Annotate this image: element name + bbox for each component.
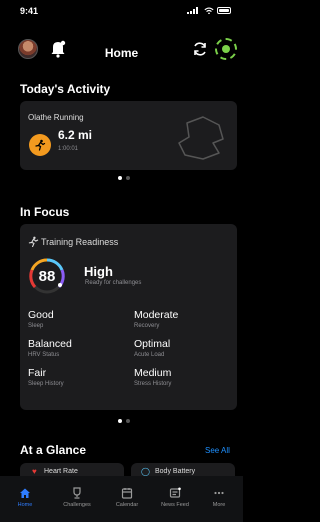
focus-page-indicator <box>118 419 130 423</box>
running-icon <box>29 134 51 156</box>
tab-home[interactable]: Home <box>3 487 47 508</box>
readiness-level-description: Ready for challenges <box>85 280 142 286</box>
glance-card-label: Heart Rate <box>44 468 78 475</box>
status-bar: 9:41 <box>0 0 243 22</box>
signal-icon <box>187 7 198 14</box>
todays-activity-title: Today's Activity <box>20 82 111 96</box>
metric-label: Acute Load <box>134 352 165 358</box>
training-readiness-icon <box>28 236 39 247</box>
metric-label: Recovery <box>134 323 160 329</box>
home-icon <box>20 488 30 498</box>
calendar-icon <box>121 488 133 499</box>
readiness-score: 88 <box>38 267 56 285</box>
route-map-icon <box>178 116 224 160</box>
activity-page-indicator <box>118 176 130 180</box>
metric-label: Sleep <box>28 323 44 329</box>
tab-label: Home <box>17 502 33 508</box>
more-icon <box>214 491 224 495</box>
metric-value: Moderate <box>134 309 179 321</box>
tab-challenges[interactable]: Challenges <box>55 487 99 508</box>
news-feed-icon <box>169 487 181 498</box>
in-focus-title: In Focus <box>20 205 70 219</box>
tab-label: News Feed <box>161 502 189 508</box>
metric-value: Optimal <box>134 338 171 350</box>
activity-distance: 6.2 mi <box>58 128 93 142</box>
tab-news-feed[interactable]: News Feed <box>153 487 197 508</box>
system-indicators <box>187 7 231 14</box>
metric-label: HRV Status <box>28 352 60 358</box>
status-time: 9:41 <box>20 6 39 16</box>
at-a-glance-title: At a Glance <box>20 443 87 457</box>
tab-label: Challenges <box>63 502 91 508</box>
device-status-icon[interactable] <box>215 38 237 60</box>
heart-icon: ♥ <box>32 467 37 476</box>
metric-label: Stress History <box>134 381 172 387</box>
readiness-level: High <box>84 264 113 279</box>
metric-value: Medium <box>134 367 172 379</box>
activity-duration: 1:00:01 <box>58 146 79 152</box>
glance-card-label: Body Battery <box>155 468 196 475</box>
body-battery-icon: ◯ <box>141 467 150 476</box>
training-readiness-title: Training Readiness <box>41 237 119 247</box>
see-all-link[interactable]: See All <box>205 446 230 455</box>
tab-label: More <box>212 502 226 508</box>
metric-value: Fair <box>28 367 47 379</box>
tab-calendar[interactable]: Calendar <box>105 487 149 508</box>
challenges-icon <box>73 487 81 499</box>
metric-value: Good <box>28 309 54 321</box>
metric-value: Balanced <box>28 338 72 350</box>
tab-more[interactable]: More <box>197 487 241 508</box>
tab-label: Calendar <box>115 502 139 508</box>
battery-icon <box>217 7 231 14</box>
sync-icon[interactable] <box>192 41 208 57</box>
metric-label: Sleep History <box>28 381 64 387</box>
activity-name: Olathe Running <box>28 113 84 122</box>
wifi-icon <box>204 7 214 14</box>
